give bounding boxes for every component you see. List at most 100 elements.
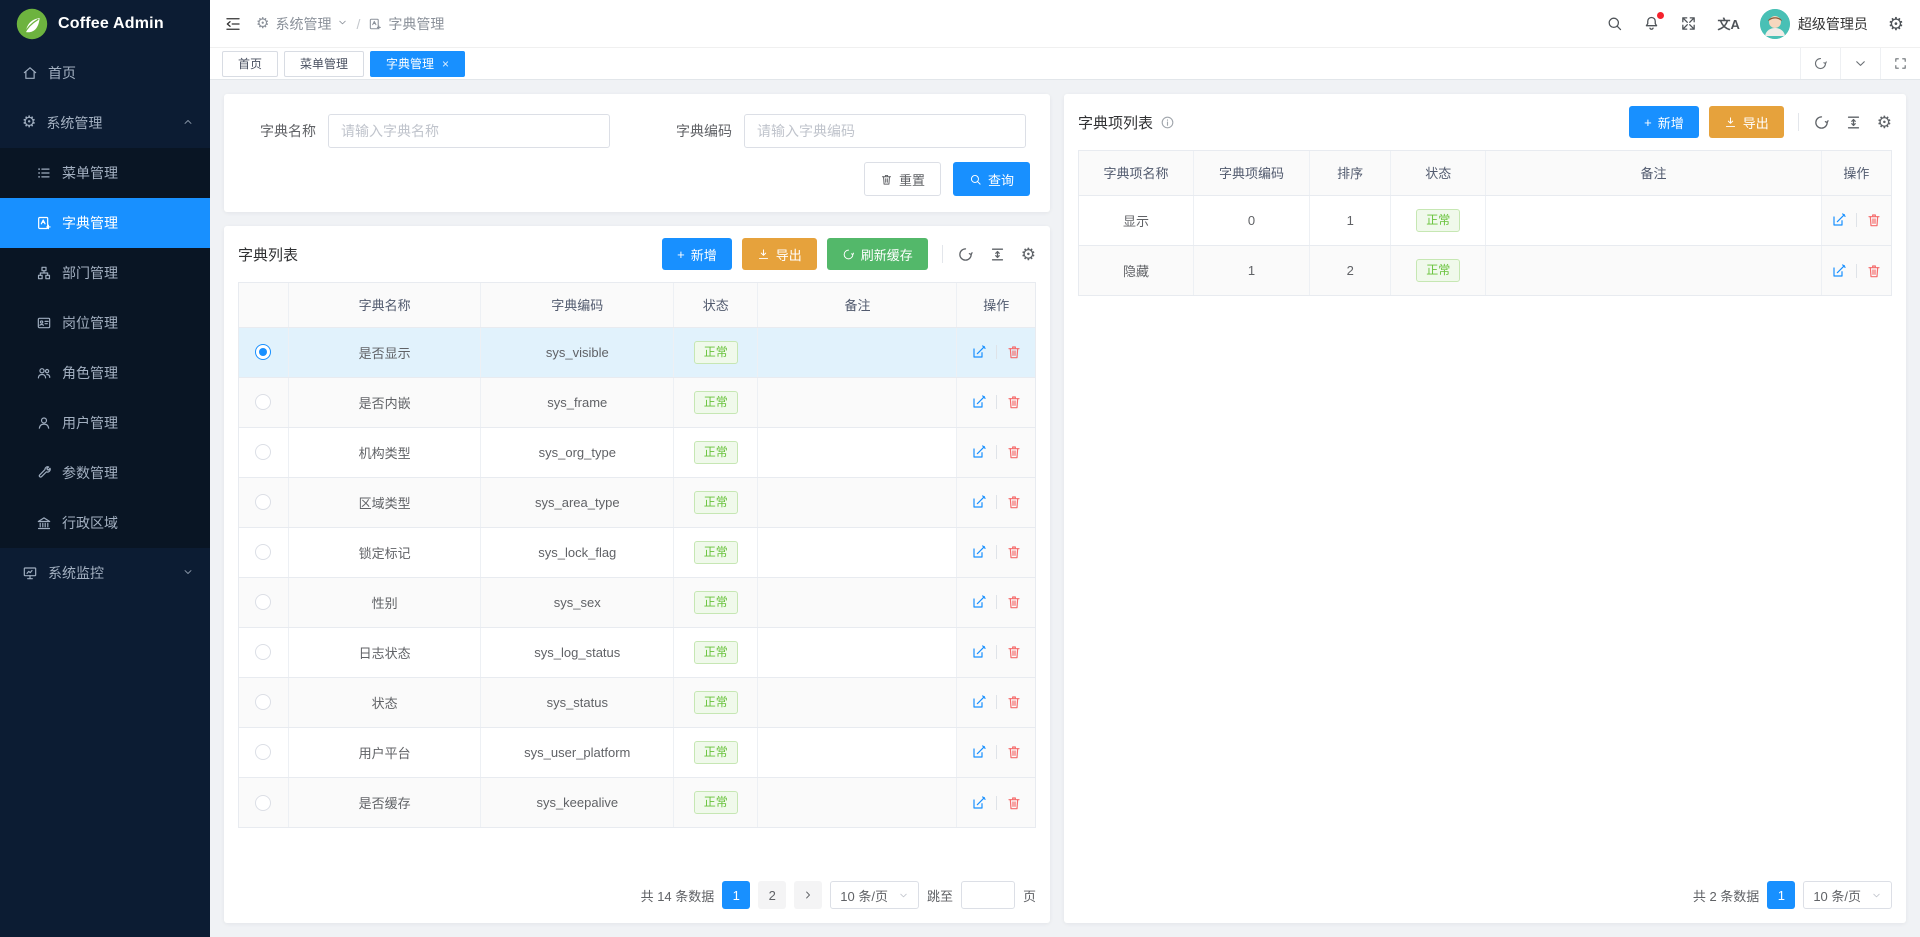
per-page-select[interactable]: 10 条/页 <box>1803 881 1892 909</box>
table-row[interactable]: 锁定标记 sys_lock_flag 正常 <box>239 527 1035 577</box>
row-radio[interactable] <box>255 344 271 360</box>
delete-icon[interactable] <box>1866 263 1882 279</box>
translate-icon[interactable]: 文A <box>1717 14 1739 33</box>
remark-cell <box>758 577 957 627</box>
table-header-row: 字典名称 字典编码 状态 备注 操作 <box>239 283 1035 327</box>
breadcrumb-current[interactable]: 字典管理 <box>368 14 444 34</box>
table-row[interactable]: 区域类型 sys_area_type 正常 <box>239 477 1035 527</box>
page-button-1[interactable]: 1 <box>1767 881 1795 909</box>
delete-icon[interactable] <box>1006 344 1022 360</box>
content-maximize-icon[interactable] <box>1880 48 1920 79</box>
dict-code-input[interactable] <box>744 114 1026 148</box>
delete-icon[interactable] <box>1006 394 1022 410</box>
close-icon[interactable]: × <box>442 57 449 71</box>
edit-icon[interactable] <box>971 494 987 510</box>
table-row[interactable]: 性别 sys_sex 正常 <box>239 577 1035 627</box>
search-icon[interactable] <box>1606 15 1623 32</box>
delete-icon[interactable] <box>1006 694 1022 710</box>
export-dict-item-button[interactable]: 导出 <box>1709 106 1784 138</box>
table-row[interactable]: 是否缓存 sys_keepalive 正常 <box>239 777 1035 827</box>
edit-icon[interactable] <box>971 394 987 410</box>
refresh-cache-button[interactable]: 刷新缓存 <box>827 238 928 270</box>
user-menu[interactable]: 超级管理员 <box>1760 9 1868 39</box>
row-radio[interactable] <box>255 544 271 560</box>
tab-menu-mgmt[interactable]: 菜单管理 <box>284 51 364 77</box>
notification-bell-icon[interactable] <box>1643 15 1660 32</box>
page-button-1[interactable]: 1 <box>722 881 750 909</box>
sidebar-item-post-mgmt[interactable]: 岗位管理 <box>0 298 210 348</box>
refresh-page-icon[interactable] <box>1800 48 1840 79</box>
column-settings-gear-icon[interactable]: ⚙ <box>1877 114 1892 131</box>
delete-icon[interactable] <box>1006 795 1022 811</box>
sidebar-item-param-mgmt[interactable]: 参数管理 <box>0 448 210 498</box>
delete-icon[interactable] <box>1006 744 1022 760</box>
edit-icon[interactable] <box>971 795 987 811</box>
column-settings-gear-icon[interactable]: ⚙ <box>1021 246 1036 263</box>
table-row[interactable]: 隐藏 1 2 正常 <box>1079 245 1891 295</box>
row-radio[interactable] <box>255 795 271 811</box>
table-row[interactable]: 是否显示 sys_visible 正常 <box>239 327 1035 377</box>
edit-icon[interactable] <box>971 694 987 710</box>
app-logo[interactable]: Coffee Admin <box>0 0 210 48</box>
table-refresh-icon[interactable] <box>1813 114 1830 131</box>
query-button[interactable]: 查询 <box>953 162 1030 196</box>
row-radio[interactable] <box>255 444 271 460</box>
sidebar-item-admin-region[interactable]: 行政区域 <box>0 498 210 548</box>
edit-icon[interactable] <box>971 344 987 360</box>
sidebar-group-system[interactable]: ⚙ 系统管理 <box>0 98 210 148</box>
reset-button[interactable]: 重置 <box>864 162 941 196</box>
row-radio[interactable] <box>255 644 271 660</box>
row-height-icon[interactable] <box>989 246 1006 263</box>
tab-options-chevron-icon[interactable] <box>1840 48 1880 79</box>
page-button-2[interactable]: 2 <box>758 881 786 909</box>
next-page-button[interactable] <box>794 881 822 909</box>
sidebar-item-dept-mgmt[interactable]: 部门管理 <box>0 248 210 298</box>
tab-dict-mgmt[interactable]: 字典管理 × <box>370 51 465 77</box>
table-row[interactable]: 日志状态 sys_log_status 正常 <box>239 627 1035 677</box>
table-row[interactable]: 用户平台 sys_user_platform 正常 <box>239 727 1035 777</box>
row-radio[interactable] <box>255 744 271 760</box>
add-dict-item-button[interactable]: + 新增 <box>1629 106 1699 138</box>
edit-icon[interactable] <box>971 444 987 460</box>
sidebar-collapse-icon[interactable] <box>224 15 242 33</box>
fullscreen-icon[interactable] <box>1680 15 1697 32</box>
delete-icon[interactable] <box>1006 594 1022 610</box>
row-height-icon[interactable] <box>1845 114 1862 131</box>
delete-icon[interactable] <box>1006 494 1022 510</box>
add-dict-button[interactable]: + 新增 <box>662 238 732 270</box>
sidebar-item-role-mgmt[interactable]: 角色管理 <box>0 348 210 398</box>
jump-page-input[interactable] <box>961 881 1015 909</box>
settings-gear-icon[interactable]: ⚙ <box>1888 15 1904 33</box>
sidebar-item-home[interactable]: 首页 <box>0 48 210 98</box>
edit-icon[interactable] <box>1831 212 1847 228</box>
per-page-select[interactable]: 10 条/页 <box>830 881 919 909</box>
table-row[interactable]: 状态 sys_status 正常 <box>239 677 1035 727</box>
edit-icon[interactable] <box>971 544 987 560</box>
delete-icon[interactable] <box>1006 544 1022 560</box>
row-radio[interactable] <box>255 694 271 710</box>
edit-icon[interactable] <box>971 644 987 660</box>
row-radio[interactable] <box>255 394 271 410</box>
table-refresh-icon[interactable] <box>957 246 974 263</box>
delete-icon[interactable] <box>1866 212 1882 228</box>
table-row[interactable]: 是否内嵌 sys_frame 正常 <box>239 377 1035 427</box>
column-header: 字典名称 <box>288 283 481 327</box>
sidebar-item-dict-mgmt[interactable]: 字典管理 <box>0 198 210 248</box>
row-radio[interactable] <box>255 594 271 610</box>
delete-icon[interactable] <box>1006 644 1022 660</box>
table-row[interactable]: 显示 0 1 正常 <box>1079 195 1891 245</box>
sidebar-item-user-mgmt[interactable]: 用户管理 <box>0 398 210 448</box>
edit-icon[interactable] <box>1831 263 1847 279</box>
dict-name-input[interactable] <box>328 114 610 148</box>
sidebar-group-monitor[interactable]: 系统监控 <box>0 548 210 598</box>
breadcrumb-parent[interactable]: ⚙ 系统管理 <box>256 14 348 34</box>
edit-icon[interactable] <box>971 744 987 760</box>
delete-icon[interactable] <box>1006 444 1022 460</box>
tab-home[interactable]: 首页 <box>222 51 278 77</box>
row-radio[interactable] <box>255 494 271 510</box>
export-dict-button[interactable]: 导出 <box>742 238 817 270</box>
dict-name-cell: 日志状态 <box>288 627 481 677</box>
edit-icon[interactable] <box>971 594 987 610</box>
table-row[interactable]: 机构类型 sys_org_type 正常 <box>239 427 1035 477</box>
sidebar-item-menu-mgmt[interactable]: 菜单管理 <box>0 148 210 198</box>
